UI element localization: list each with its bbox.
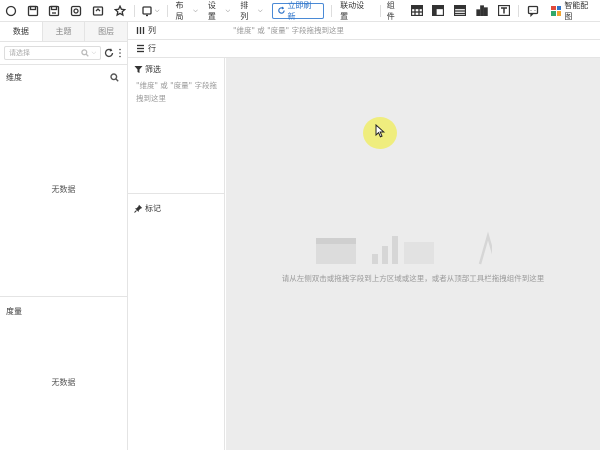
tab-layer[interactable]: 图层 [85,22,128,41]
divider [128,193,225,194]
refresh-circle-icon[interactable] [0,2,22,20]
row-shelf[interactable]: 行 [128,40,600,58]
pin-icon [134,204,143,213]
search-icon [80,49,89,57]
empty-canvas-illustration [316,231,492,265]
rows-icon [137,44,144,53]
crosstab-widget-icon[interactable] [427,2,449,20]
divider [0,296,127,297]
bar-chart-widget-icon[interactable] [471,2,493,20]
measure-empty-text: 无数据 [51,378,76,387]
column-shelf[interactable]: 列 "维度" 或 "度量" 字段拖拽到这里 [128,22,600,40]
search-icon[interactable] [110,72,119,82]
arrange-menu[interactable]: 排列 ⌵ [235,0,267,21]
settings-menu[interactable]: 设置 ⌵ [203,0,235,21]
row-shelf-label: 行 [128,43,225,54]
columns-icon [136,27,145,34]
preview-icon[interactable] [65,2,87,20]
divider [0,64,127,65]
layout-menu-label: 布局 [175,0,184,21]
data-panel: 数据 主题 图层 请选择 ⌵ 维度 无数据 度量 无数据 [0,22,128,450]
filter-funnel-icon [134,66,143,73]
measure-header: 度量 [0,300,127,318]
toolbar-divider [379,4,381,17]
tab-theme[interactable]: 主题 [42,22,86,41]
measure-title: 度量 [6,306,22,316]
dashboard-canvas[interactable]: 请从左侧双击或拖拽字段到上方区域或这里，或者从顶部工具栏拖拽组件到这里 [226,58,600,450]
dimension-header: 维度 [0,66,127,84]
linkage-settings-label: 联动设置 [340,0,365,21]
settings-menu-label: 设置 [207,0,216,21]
column-shelf-hint: "维度" 或 "度量" 字段拖拽到这里 [233,26,344,35]
dataset-select[interactable]: 请选择 ⌵ [4,46,102,60]
component-label-text: 组件 [386,0,395,21]
layout-menu[interactable]: 布局 ⌵ [171,0,203,21]
chevron-down-icon: ⌵ [257,6,263,14]
smart-chart-icon [551,5,562,16]
smart-chart-button[interactable]: 智能配图 [547,0,600,22]
detail-table-widget-icon[interactable] [449,2,471,20]
tab-data[interactable]: 数据 [0,22,43,41]
data-panel-tabs: 数据 主题 图层 [0,22,128,42]
refresh-now-label: 立即刷新 [287,0,312,21]
smart-chart-label: 智能配图 [564,0,589,21]
toolbar-divider [517,4,519,17]
comment-icon[interactable] [522,2,544,20]
refresh-icon [277,6,285,14]
column-shelf-label: 列 [128,25,225,36]
toolbar-divider [331,4,333,17]
share-icon[interactable] [87,2,109,20]
reload-icon[interactable] [104,48,114,58]
filter-mark-panel: 筛选 "维度" 或 "度量" 字段拖拽到这里 标记 [128,58,225,450]
component-label: 组件 [384,0,406,21]
filter-header: 筛选 [128,58,224,75]
toolbar-divider [166,4,168,17]
table-widget-icon[interactable] [406,2,428,20]
toolbar-divider [133,4,135,17]
text-widget-icon[interactable] [493,2,515,20]
canvas-empty-hint: 请从左侧双击或拖拽字段到上方区域或这里，或者从顶部工具栏拖拽组件到这里 [281,274,545,283]
mark-header: 标记 [128,197,161,214]
dimension-title: 维度 [6,72,22,82]
mouse-pointer-icon [375,124,386,138]
dataset-select-placeholder: 请选择 [9,49,30,57]
refresh-now-button[interactable]: 立即刷新 [271,0,325,21]
mark-title: 标记 [145,204,161,213]
filter-title: 筛选 [145,65,161,74]
favorite-star-icon[interactable] [109,2,131,20]
save-icon[interactable] [22,2,44,20]
column-label-text: 列 [148,26,156,35]
linkage-settings-button[interactable]: 联动设置 [335,0,377,21]
dataset-select-row: 请选择 ⌵ [0,42,127,64]
device-layout-icon[interactable]: ⌵ [138,2,164,20]
save-as-icon[interactable] [44,2,66,20]
row-label-text: 行 [148,44,156,53]
dimension-empty-text: 无数据 [51,185,76,194]
chevron-down-icon: ⌵ [193,6,198,14]
more-vertical-icon[interactable] [117,48,123,58]
chevron-down-icon: ⌵ [225,6,231,14]
main-toolbar: ⌵ 布局 ⌵ 设置 ⌵ 排列 ⌵ 立即刷新 联动设置 组件 智能配图 [0,0,600,22]
arrange-menu-label: 排列 [240,0,249,21]
chevron-down-icon: ⌵ [91,49,97,56]
filter-drop-hint[interactable]: "维度" 或 "度量" 字段拖拽到这里 [128,75,224,105]
